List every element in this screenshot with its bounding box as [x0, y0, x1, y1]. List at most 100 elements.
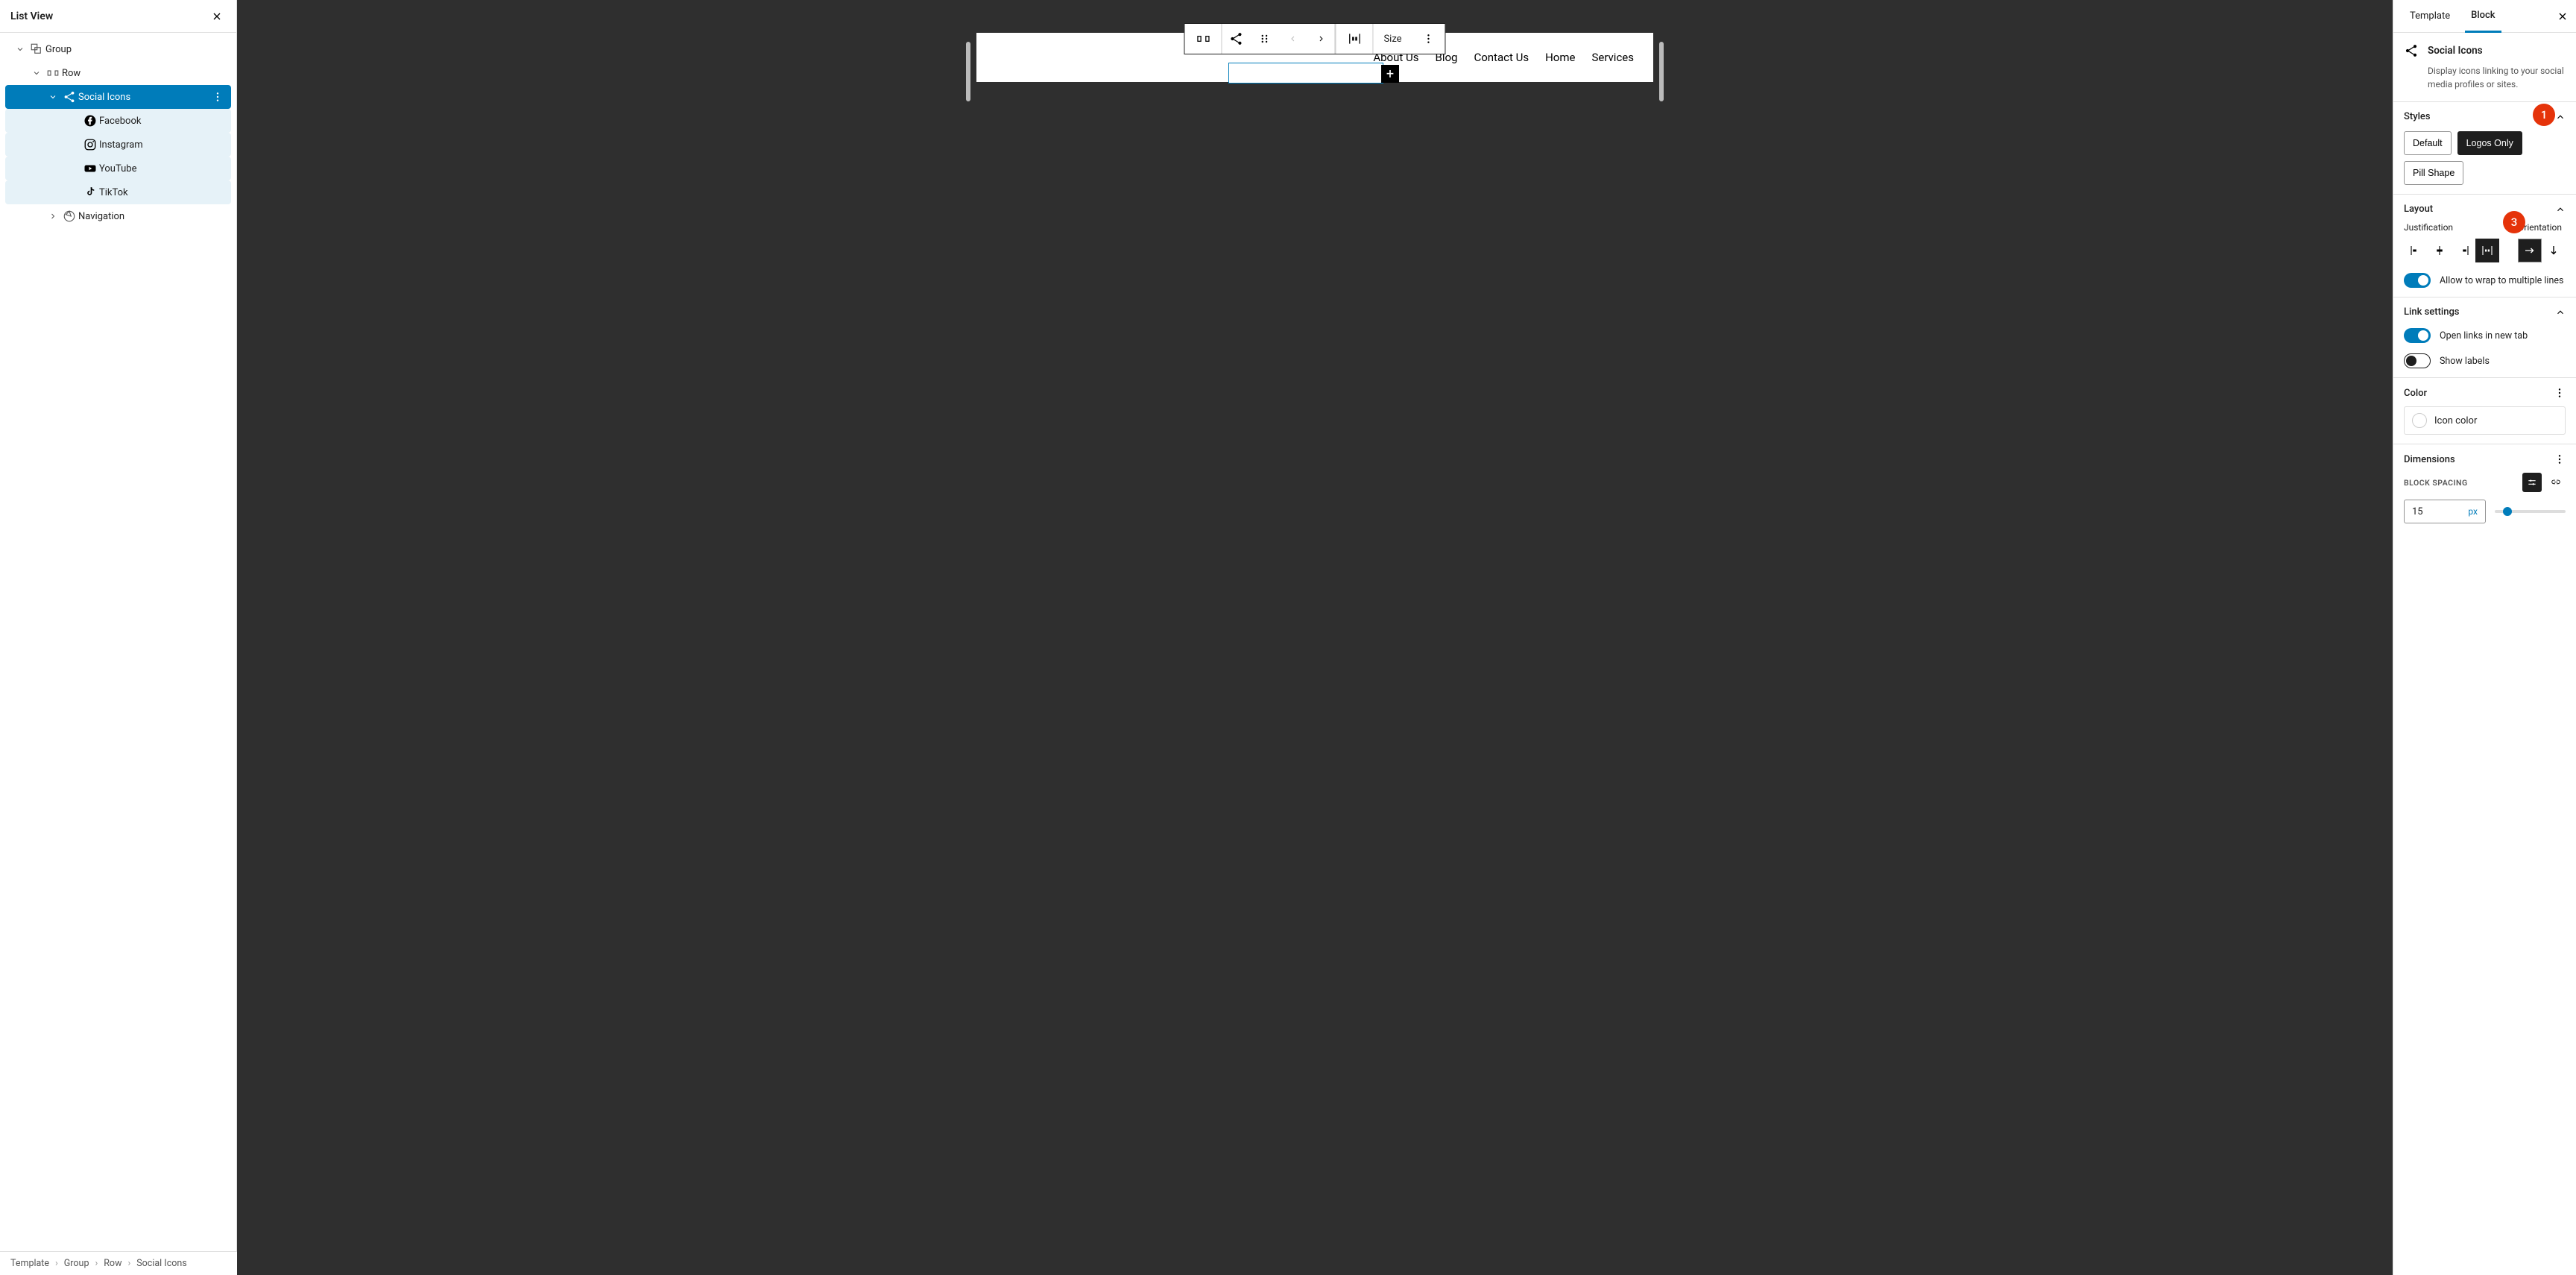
justify-button[interactable]: [1336, 24, 1373, 54]
chevron-right-icon: [45, 212, 60, 221]
chevron-up-icon: [2555, 204, 2566, 215]
new-tab-label: Open links in new tab: [2440, 330, 2528, 341]
block-description: Display icons linking to your social med…: [2428, 64, 2566, 91]
tab-block[interactable]: Block: [2465, 0, 2501, 33]
tree-node-youtube[interactable]: YouTube: [5, 157, 231, 180]
chevron-up-icon: [2555, 112, 2566, 122]
breadcrumb-item[interactable]: Template: [10, 1258, 49, 1269]
tab-template[interactable]: Template: [2404, 0, 2456, 33]
block-tree: Group Row Social Icons: [0, 33, 236, 1275]
layout-section: 2 3 Layout Justification Orientatio: [2393, 195, 2576, 298]
row-icon: [1196, 31, 1210, 46]
block-spacing-input[interactable]: 15 px: [2404, 500, 2486, 523]
link-settings-section: 4 Link settings Open links in new tab Sh…: [2393, 298, 2576, 378]
slider-thumb[interactable]: [2503, 507, 2512, 516]
section-heading: Dimensions: [2404, 454, 2455, 465]
tiktok-icon: [81, 186, 99, 199]
drag-icon: [1258, 33, 1270, 45]
tree-node-navigation[interactable]: Navigation: [5, 204, 231, 228]
breadcrumb-item[interactable]: Row: [104, 1258, 121, 1269]
tree-node-facebook[interactable]: Facebook: [5, 109, 231, 133]
icon-color-button[interactable]: Icon color: [2404, 406, 2566, 435]
style-default-button[interactable]: Default: [2404, 131, 2452, 155]
chevron-down-icon: [45, 92, 60, 101]
tree-node-instagram[interactable]: Instagram: [5, 133, 231, 157]
navigation-icon: [60, 210, 78, 223]
instagram-icon: [81, 138, 99, 151]
add-social-icon-button[interactable]: +: [1381, 65, 1399, 83]
list-view-title: List View: [10, 10, 53, 22]
canvas-content: + About Us Blog Contact Us Home Services: [976, 33, 1653, 1275]
style-logos-only-button[interactable]: Logos Only: [2457, 131, 2522, 155]
spacing-unit[interactable]: px: [2468, 506, 2478, 517]
block-spacing-slider[interactable]: [2495, 510, 2566, 513]
section-heading: Styles: [2404, 111, 2431, 122]
close-icon: [211, 10, 223, 22]
icon-color-label: Icon color: [2434, 415, 2477, 426]
close-icon: [2557, 10, 2569, 22]
tree-label: YouTube: [99, 163, 231, 174]
orientation-horizontal-button[interactable]: [2518, 239, 2542, 262]
block-type-button[interactable]: [1222, 24, 1250, 54]
close-list-view-button[interactable]: [208, 7, 226, 25]
tree-label: TikTok: [99, 187, 231, 198]
link-settings-toggle[interactable]: Link settings: [2404, 306, 2566, 318]
chevron-right-icon: ›: [127, 1258, 130, 1269]
tree-label: Instagram: [99, 139, 231, 151]
tree-node-group[interactable]: Group: [5, 37, 231, 61]
move-left-button[interactable]: [1278, 24, 1307, 54]
justify-space-between-button[interactable]: [2475, 239, 2499, 262]
breadcrumb-item[interactable]: Social Icons: [136, 1258, 187, 1269]
tree-label: Social Icons: [78, 92, 207, 103]
justify-center-button[interactable]: [2428, 239, 2452, 262]
breadcrumb-item[interactable]: Group: [64, 1258, 89, 1269]
chevron-right-icon: [1316, 34, 1325, 43]
tree-label: Facebook: [99, 116, 231, 127]
color-heading-row: Color: [2404, 387, 2566, 399]
close-settings-button[interactable]: [2554, 7, 2572, 25]
more-vertical-icon[interactable]: [2554, 387, 2566, 399]
wrap-label: Allow to wrap to multiple lines: [2440, 275, 2563, 286]
color-section: 5 Color Icon color: [2393, 378, 2576, 444]
tree-label: Group: [45, 44, 231, 55]
move-right-button[interactable]: [1307, 24, 1335, 54]
block-spacing-label: BLOCK SPACING: [2404, 478, 2468, 488]
share-icon: [2404, 43, 2419, 58]
social-icons-block-selected[interactable]: +: [1228, 63, 1383, 84]
drag-handle[interactable]: [1250, 24, 1278, 54]
styles-section: 1 Styles Default Logos Only Pill Shape: [2393, 102, 2576, 195]
nav-link[interactable]: Home: [1545, 51, 1575, 64]
more-options-button[interactable]: [207, 91, 228, 103]
justify-right-button[interactable]: [2452, 239, 2475, 262]
more-vertical-icon: [1423, 33, 1435, 45]
tree-node-tiktok[interactable]: TikTok: [5, 180, 231, 204]
style-pill-shape-button[interactable]: Pill Shape: [2404, 161, 2463, 185]
chevron-left-icon: [1288, 34, 1297, 43]
settings-panel: Template Block Social Icons Display icon…: [2393, 0, 2576, 1275]
more-options-button[interactable]: [1412, 24, 1445, 54]
annotation-badge: 3: [2503, 211, 2525, 233]
justify-left-button[interactable]: [2404, 239, 2428, 262]
block-toolbar: Size: [1184, 23, 1445, 54]
size-button[interactable]: Size: [1373, 24, 1412, 54]
tree-node-row[interactable]: Row: [5, 61, 231, 85]
new-tab-toggle[interactable]: [2404, 328, 2431, 343]
parent-block-button[interactable]: [1184, 24, 1222, 54]
show-labels-toggle[interactable]: [2404, 353, 2431, 368]
section-heading: Color: [2404, 388, 2427, 399]
spacing-link-button[interactable]: [2546, 473, 2566, 492]
more-vertical-icon[interactable]: [2554, 453, 2566, 465]
row-icon: [44, 66, 62, 80]
spacing-settings-button[interactable]: [2522, 473, 2542, 492]
layout-toggle[interactable]: Layout: [2404, 204, 2566, 215]
orientation-vertical-button[interactable]: [2542, 239, 2566, 262]
scroll-handle[interactable]: [1659, 42, 1664, 101]
scroll-handle[interactable]: [966, 42, 970, 101]
tree-node-social-icons[interactable]: Social Icons: [5, 85, 231, 109]
nav-link[interactable]: Services: [1591, 51, 1634, 64]
wrap-toggle[interactable]: [2404, 273, 2431, 288]
dimensions-section: 6 Dimensions BLOCK SPACING 15 px: [2393, 444, 2576, 532]
justification-label: Justification: [2404, 222, 2499, 233]
tree-label: Navigation: [78, 211, 228, 222]
nav-link[interactable]: Contact Us: [1474, 51, 1529, 64]
